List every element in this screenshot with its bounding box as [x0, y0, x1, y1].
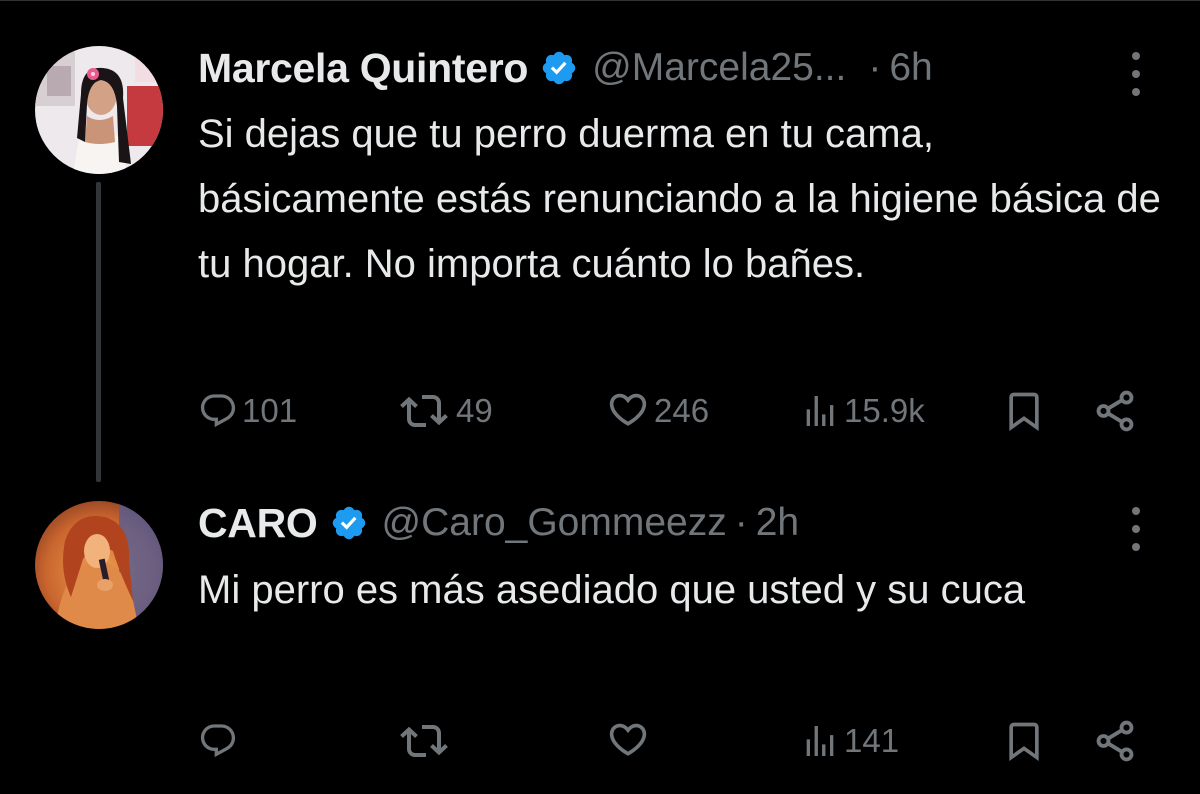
action-bar: 141	[0, 715, 1200, 767]
repost-button[interactable]	[396, 715, 456, 767]
author-handle[interactable]: @Caro_Gommeezz	[382, 501, 727, 545]
verified-badge-icon	[540, 49, 578, 87]
bookmark-icon	[1002, 389, 1046, 433]
tweet-header: CARO @Caro_Gommeezz · 2h	[198, 499, 799, 547]
like-button[interactable]	[606, 715, 654, 767]
tweet-text: Si dejas que tu perro duerma en tu cama,…	[198, 112, 1161, 286]
tweet-text: Mi perro es más asediado que usted y su …	[198, 568, 1026, 612]
views-icon	[800, 721, 840, 761]
bookmark-button[interactable]	[1002, 385, 1046, 437]
views-count: 141	[844, 722, 900, 759]
tweet-header: Marcela Quintero @Marcela25... · 6h	[198, 44, 933, 92]
like-icon	[606, 391, 650, 431]
bookmark-icon	[1002, 719, 1046, 763]
repost-button[interactable]: 49	[396, 385, 493, 437]
author-name[interactable]: Marcela Quintero	[198, 45, 528, 92]
action-bar: 101 49 246 15.9k	[0, 385, 1200, 437]
author-name[interactable]: CARO	[198, 500, 318, 547]
separator-dot: ·	[734, 501, 748, 544]
reply-icon	[198, 721, 238, 761]
views-button[interactable]: 15.9k	[800, 385, 925, 437]
views-icon	[800, 391, 840, 431]
repost-icon	[396, 721, 452, 761]
share-button[interactable]	[1092, 715, 1138, 767]
reply-button[interactable]	[198, 715, 242, 767]
repost-icon	[396, 391, 452, 431]
more-options-icon[interactable]	[1128, 52, 1144, 96]
timestamp[interactable]: 2h	[756, 501, 799, 545]
avatar[interactable]	[35, 46, 163, 174]
reply-count: 101	[242, 392, 298, 429]
avatar[interactable]	[35, 501, 163, 629]
views-count: 15.9k	[844, 392, 925, 429]
tweet-marcela[interactable]: Marcela Quintero @Marcela25... · 6h Si d…	[0, 0, 1200, 470]
bookmark-button[interactable]	[1002, 715, 1046, 767]
like-count: 246	[654, 392, 710, 429]
verified-badge-icon	[330, 504, 368, 542]
reply-button[interactable]: 101	[198, 385, 297, 437]
timestamp[interactable]: 6h	[889, 46, 932, 90]
more-options-icon[interactable]	[1128, 507, 1144, 551]
like-button[interactable]: 246	[606, 385, 709, 437]
share-icon	[1092, 718, 1138, 764]
tweet-caro[interactable]: CARO @Caro_Gommeezz · 2h Mi perro es más…	[0, 470, 1200, 794]
reply-icon	[198, 391, 238, 431]
author-handle[interactable]: @Marcela25...	[592, 46, 846, 90]
like-icon	[606, 721, 650, 761]
share-icon	[1092, 388, 1138, 434]
share-button[interactable]	[1092, 385, 1138, 437]
separator-dot: ·	[868, 46, 882, 89]
repost-count: 49	[456, 392, 493, 429]
views-button[interactable]: 141	[800, 715, 899, 767]
